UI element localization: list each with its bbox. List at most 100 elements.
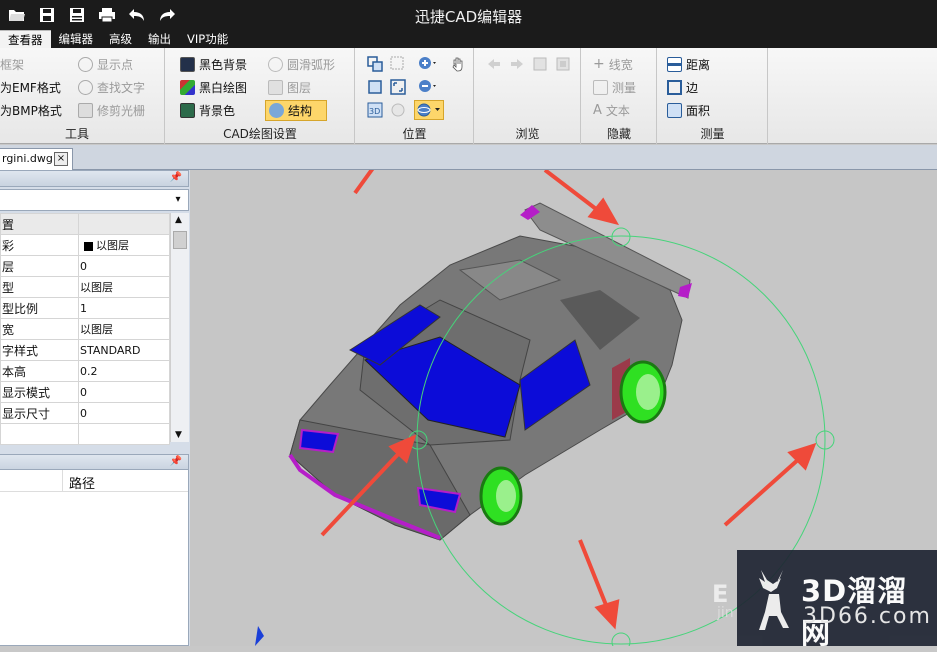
- frame-button[interactable]: 框架: [0, 54, 24, 74]
- bw-icon: [180, 79, 195, 95]
- property-row[interactable]: 彩 以图层: [0, 234, 170, 256]
- zoom-out-icon[interactable]: [418, 77, 438, 97]
- property-name: 置: [0, 213, 79, 235]
- show-points-button[interactable]: 显示点: [78, 54, 133, 74]
- browse-page-icon[interactable]: [530, 54, 550, 74]
- properties-scrollbar[interactable]: ▲ ▼: [170, 213, 189, 442]
- structure-icon: [269, 103, 284, 118]
- deer-logo-icon: [759, 570, 789, 630]
- document-tab[interactable]: rgini.dwg ×: [0, 148, 73, 170]
- smooth-arc-button[interactable]: 圆滑弧形: [268, 54, 335, 74]
- zoom-in-icon[interactable]: [418, 54, 438, 74]
- lineweight-button[interactable]: + 线宽: [593, 54, 633, 74]
- scroll-down-icon[interactable]: ▼: [175, 430, 182, 440]
- property-name: 型比例: [0, 297, 79, 319]
- area-icon: [667, 102, 682, 118]
- orbit-disabled-icon[interactable]: [388, 100, 408, 120]
- property-row[interactable]: 型比例 1: [0, 297, 170, 319]
- property-value[interactable]: 1: [78, 297, 170, 319]
- car-model: [288, 202, 692, 541]
- group-measure: 距离 边 面积 测量: [658, 48, 768, 144]
- hide-measure-button[interactable]: 测量: [593, 77, 636, 97]
- raster-icon: [78, 102, 93, 118]
- hide-text-label: 文本: [605, 103, 630, 118]
- rotate-3d-icon[interactable]: 3D: [365, 100, 385, 120]
- property-row[interactable]: 置: [0, 213, 170, 235]
- save-bmp-label: 为BMP格式: [0, 103, 62, 118]
- fit-all-icon[interactable]: [365, 77, 385, 97]
- property-value[interactable]: [78, 213, 170, 235]
- tab-viewer[interactable]: 查看器: [0, 30, 51, 48]
- black-white-button[interactable]: 黑白绘图: [180, 77, 247, 97]
- text-icon: A: [593, 102, 602, 118]
- property-row[interactable]: 显示模式 0: [0, 381, 170, 403]
- save-bmp-button[interactable]: 为BMP格式: [0, 100, 62, 120]
- distance-button[interactable]: 距离: [667, 54, 710, 74]
- orbit-handle-top[interactable]: [611, 227, 631, 247]
- scroll-thumb[interactable]: [173, 231, 187, 249]
- property-value[interactable]: 以图层: [78, 318, 170, 340]
- property-value[interactable]: [78, 423, 170, 445]
- scroll-up-icon[interactable]: ▲: [175, 215, 182, 225]
- watermark-url: 3D66.com: [803, 604, 932, 629]
- pin-icon[interactable]: 📌: [170, 172, 182, 183]
- find-icon: [78, 79, 93, 95]
- property-row[interactable]: 宽以图层: [0, 318, 170, 340]
- layers-label: 图层: [287, 80, 312, 95]
- smooth-arc-label: 圆滑弧形: [287, 57, 336, 72]
- layers-button[interactable]: 图层: [268, 77, 311, 97]
- property-row[interactable]: 字样式 STANDARD: [0, 339, 170, 361]
- property-row[interactable]: 层0: [0, 255, 170, 277]
- group-cad-settings: 黑色背景 黑白绘图 背景色 圆滑弧形 图层 结构 CAD绘图设置: [166, 48, 355, 144]
- close-tab-icon[interactable]: ×: [54, 152, 68, 166]
- zoom-rect-icon[interactable]: [388, 54, 408, 74]
- tab-editor[interactable]: 编辑器: [51, 30, 102, 48]
- property-value[interactable]: 0.2: [78, 360, 170, 382]
- tab-output[interactable]: 输出: [140, 30, 179, 48]
- find-text-button[interactable]: 查找文字: [78, 77, 145, 97]
- path-column-header: 路径: [0, 470, 188, 492]
- black-background-button[interactable]: 黑色背景: [180, 54, 247, 74]
- property-row[interactable]: [0, 423, 170, 445]
- distance-label: 距离: [686, 57, 711, 72]
- black-bg-label: 黑色背景: [199, 57, 248, 72]
- watermark-left: E: [712, 580, 729, 608]
- property-value[interactable]: 0: [78, 402, 170, 424]
- property-value[interactable]: 0: [78, 381, 170, 403]
- arc-icon: [268, 56, 283, 72]
- property-value[interactable]: 0: [78, 255, 170, 277]
- property-value[interactable]: 以图层: [78, 234, 170, 256]
- save-emf-button[interactable]: 为EMF格式: [0, 77, 61, 97]
- hide-text-button[interactable]: A 文本: [593, 100, 630, 120]
- property-row[interactable]: 本高 0.2: [0, 360, 170, 382]
- browse-layout-icon[interactable]: [553, 54, 573, 74]
- background-color-button[interactable]: 背景色: [180, 100, 235, 120]
- orbit-3d-icon[interactable]: [414, 100, 444, 120]
- path-column-label[interactable]: 路径: [69, 473, 95, 492]
- save-emf-label: 为EMF格式: [0, 80, 61, 95]
- structure-button[interactable]: 结构: [265, 100, 328, 121]
- show-points-label: 显示点: [97, 57, 134, 72]
- trim-raster-label: 修剪光栅: [97, 103, 146, 118]
- property-value-text: 以图层: [96, 239, 129, 252]
- tab-vip[interactable]: VIP功能: [179, 30, 236, 48]
- pin-icon[interactable]: 📌: [170, 456, 182, 467]
- edge-button[interactable]: 边: [667, 77, 698, 97]
- property-row[interactable]: 型以图层: [0, 276, 170, 298]
- forward-icon[interactable]: [507, 54, 527, 74]
- back-icon[interactable]: [484, 54, 504, 74]
- entity-selector[interactable]: ▾: [0, 189, 189, 211]
- tab-advanced[interactable]: 高级: [101, 30, 140, 48]
- area-button[interactable]: 面积: [667, 100, 710, 120]
- property-value[interactable]: 以图层: [78, 276, 170, 298]
- name-column[interactable]: [0, 470, 63, 492]
- property-name: 宽: [0, 318, 79, 340]
- chevron-down-icon: ▾: [175, 194, 181, 205]
- fit-window-icon[interactable]: [365, 54, 385, 74]
- property-value[interactable]: STANDARD: [78, 339, 170, 361]
- pan-hand-icon[interactable]: [448, 54, 468, 74]
- property-row[interactable]: 显示尺寸 0: [0, 402, 170, 424]
- property-name: 本高: [0, 360, 79, 382]
- extents-icon[interactable]: [388, 77, 408, 97]
- trim-raster-button[interactable]: 修剪光栅: [78, 100, 145, 120]
